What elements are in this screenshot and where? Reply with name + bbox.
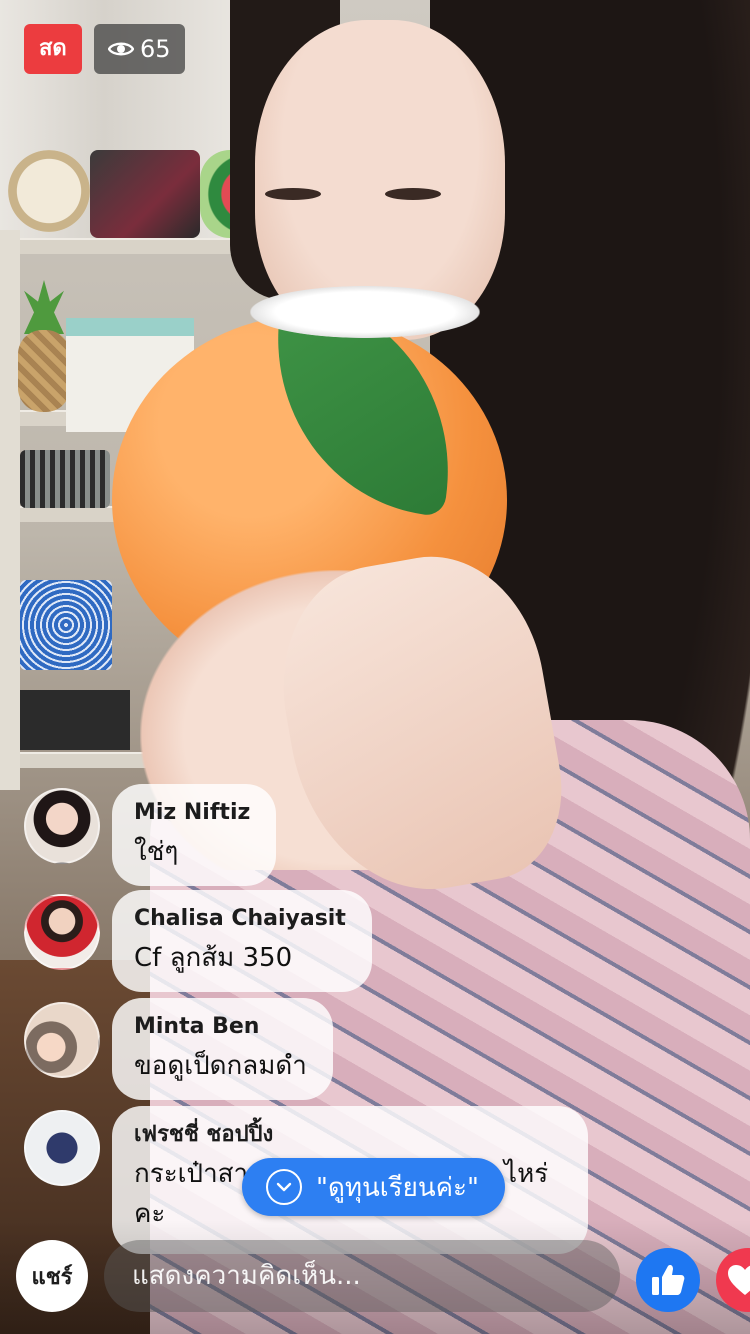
thumbs-up-icon [652,1265,685,1295]
comment-text-end: ไหร่ [504,1159,549,1189]
avatar[interactable] [24,1002,100,1078]
new-comments-label: "ดูทุนเรียนค่ะ" [316,1172,479,1203]
avatar[interactable] [24,1110,100,1186]
commenter-name[interactable]: Minta Ben [134,1012,307,1042]
blue-bag-decor [20,580,112,670]
comment-item[interactable]: Chalisa Chaiyasit Cf ลูกส้ม 350 [24,890,372,992]
shelf [0,238,250,254]
pineapple-leaves-decor [24,280,64,334]
comment-input[interactable] [104,1240,620,1312]
like-button[interactable] [636,1248,700,1312]
flower-decor [250,286,480,338]
comment-bubble[interactable]: Minta Ben ขอดูเป็ดกลมดำ [112,998,333,1100]
live-badge: สด [24,24,82,74]
new-comments-button[interactable]: "ดูทุนเรียนค่ะ" [242,1158,505,1216]
comment-text: ขอดูเป็ดกลมดำ [134,1051,307,1081]
eye-icon [108,42,134,56]
comment-bubble[interactable]: Chalisa Chaiyasit Cf ลูกส้ม 350 [112,890,372,992]
commenter-name[interactable]: Chalisa Chaiyasit [134,904,346,934]
avatar[interactable] [24,788,100,864]
clock-decor [8,150,90,232]
share-button[interactable]: แชร์ [16,1240,88,1312]
shelf-post [0,230,20,790]
commenter-name[interactable]: Miz Niftiz [134,798,250,828]
commenter-name[interactable]: เฟรชชี่ ชอปปิ้ง [134,1120,562,1150]
pineapple-bag-decor [18,330,70,412]
eye [265,188,321,200]
comment-bubble[interactable]: Miz Niftiz ใช่ๆ [112,784,277,886]
box-decor [20,690,130,750]
viewer-count: 65 [94,24,185,74]
comment-text: ใช่ๆ [134,837,179,867]
comment-item[interactable]: Miz Niftiz ใช่ๆ [24,784,277,886]
eye [385,188,441,200]
sequin-bag-decor [20,450,110,508]
avatar[interactable] [24,894,100,970]
handbag-decor [90,150,200,238]
heart-icon [728,1265,750,1295]
comment-text: Cf ลูกส้ม 350 [134,943,293,973]
viewer-count-value: 65 [140,35,171,63]
comment-item[interactable]: Minta Ben ขอดูเป็ดกลมดำ [24,998,333,1100]
comment-text-start: กระเป๋าสา [134,1159,249,1189]
chevron-down-icon [266,1169,302,1205]
